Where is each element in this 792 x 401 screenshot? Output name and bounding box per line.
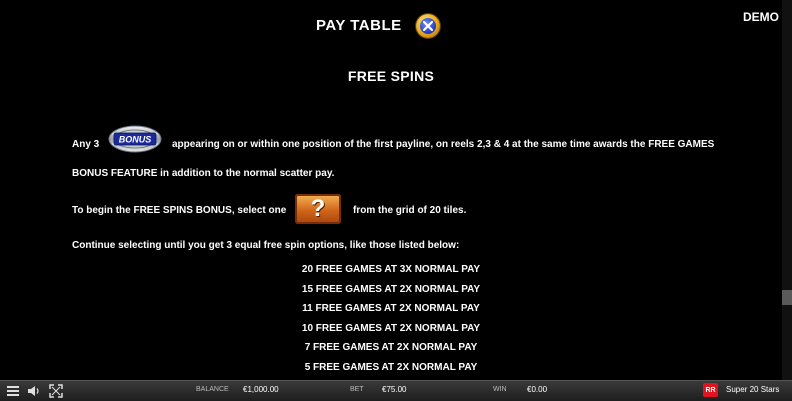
rule-text: from the grid of 20 tiles. bbox=[353, 205, 467, 216]
list-item: 11 FREE GAMES AT 2X NORMAL PAY bbox=[302, 303, 480, 314]
rule-text: Continue selecting until you get 3 equal… bbox=[72, 240, 460, 251]
bonus-symbol-text: BONUS bbox=[119, 135, 152, 145]
paytable-header: PAY TABLE DEMO bbox=[0, 0, 792, 52]
bottom-bar: BALANCE €1,000.00 BET €75.00 WIN €0.00 R… bbox=[0, 380, 792, 401]
balance-value: €1,000.00 bbox=[243, 385, 279, 394]
free-games-list: 20 FREE GAMES AT 3X NORMAL PAY 15 FREE G… bbox=[0, 264, 782, 381]
rule-line-3: To begin the FREE SPINS BONUS, select on… bbox=[72, 205, 286, 216]
close-x-icon bbox=[420, 18, 436, 34]
brand-logo-text: RR bbox=[705, 386, 716, 394]
hamburger-menu-icon[interactable] bbox=[6, 384, 20, 398]
scrollbar[interactable] bbox=[782, 0, 792, 380]
game-name: Super 20 Stars bbox=[726, 385, 780, 394]
page-title: PAY TABLE bbox=[316, 17, 402, 34]
list-item: 10 FREE GAMES AT 2X NORMAL PAY bbox=[301, 322, 481, 334]
list-item: 20 FREE GAMES AT 3X NORMAL PAY bbox=[301, 264, 481, 275]
scrollbar-thumb[interactable] bbox=[782, 290, 792, 305]
question-mark: ? bbox=[310, 195, 326, 222]
close-button[interactable] bbox=[416, 14, 440, 38]
win-value: €0.00 bbox=[527, 385, 548, 394]
bet-value: €75.00 bbox=[382, 385, 407, 394]
win-label: WIN bbox=[493, 386, 507, 393]
list-item: 7 FREE GAMES AT 2X NORMAL PAY bbox=[304, 342, 478, 353]
section-title: FREE SPINS bbox=[347, 68, 435, 84]
rule-line-1: Any 3 bbox=[72, 139, 99, 150]
rule-line-1-cont: appearing on or within one position of t… bbox=[172, 139, 714, 150]
bet-label: BET bbox=[350, 386, 364, 393]
rule-text: Any 3 bbox=[72, 139, 100, 150]
question-tile-icon: ? bbox=[295, 194, 341, 224]
rule-text: To begin the FREE SPINS BONUS, select on… bbox=[72, 205, 287, 216]
rule-line-2: BONUS FEATURE in addition to the normal … bbox=[72, 168, 334, 179]
fullscreen-icon[interactable] bbox=[49, 384, 63, 398]
brand-logo: RR bbox=[703, 383, 718, 397]
bonus-symbol-icon: BONUS bbox=[108, 125, 162, 153]
rule-text: appearing on or within one position of t… bbox=[172, 139, 715, 150]
demo-badge: DEMO bbox=[743, 10, 779, 24]
list-item: 15 FREE GAMES AT 2X NORMAL PAY bbox=[301, 283, 481, 295]
rule-text: BONUS FEATURE in addition to the normal … bbox=[72, 168, 335, 179]
balance-label: BALANCE bbox=[196, 386, 229, 393]
speaker-icon[interactable] bbox=[27, 384, 41, 398]
rule-line-3-cont: from the grid of 20 tiles. bbox=[353, 205, 466, 216]
list-item: 5 FREE GAMES AT 2X NORMAL PAY bbox=[304, 361, 478, 373]
rule-line-4: Continue selecting until you get 3 equal… bbox=[72, 240, 459, 251]
